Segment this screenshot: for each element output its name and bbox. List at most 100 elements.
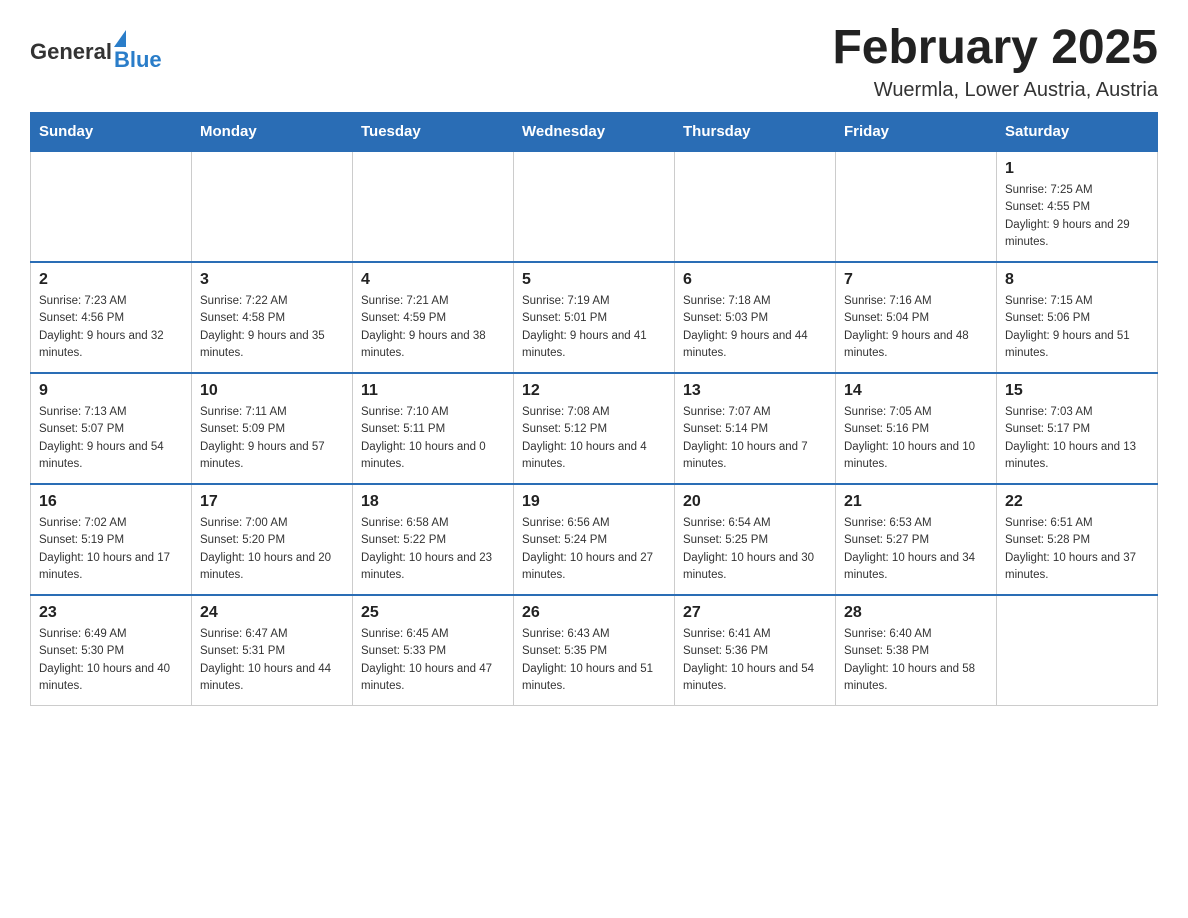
day-info: Sunrise: 6:56 AMSunset: 5:24 PMDaylight:… (522, 515, 666, 584)
logo: General Blue (30, 30, 162, 73)
calendar-cell: 18 Sunrise: 6:58 AMSunset: 5:22 PMDayligh… (353, 484, 514, 595)
calendar-cell: 28 Sunrise: 6:40 AMSunset: 5:38 PMDayligh… (836, 595, 997, 706)
day-number: 23 (39, 604, 183, 622)
day-number: 21 (844, 493, 988, 511)
calendar-header: SundayMondayTuesdayWednesdayThursdayFrid… (31, 113, 1158, 152)
calendar-week-row: 1 Sunrise: 7:25 AMSunset: 4:55 PMDaylight… (31, 151, 1158, 262)
day-number: 14 (844, 382, 988, 400)
day-info: Sunrise: 7:25 AMSunset: 4:55 PMDaylight:… (1005, 182, 1149, 251)
day-info: Sunrise: 7:19 AMSunset: 5:01 PMDaylight:… (522, 293, 666, 362)
day-number: 15 (1005, 382, 1149, 400)
calendar-cell: 24 Sunrise: 6:47 AMSunset: 5:31 PMDayligh… (192, 595, 353, 706)
weekday-header-tuesday: Tuesday (353, 113, 514, 152)
day-number: 3 (200, 271, 344, 289)
calendar-cell (353, 151, 514, 262)
calendar-cell: 19 Sunrise: 6:56 AMSunset: 5:24 PMDayligh… (514, 484, 675, 595)
day-number: 22 (1005, 493, 1149, 511)
calendar-cell: 11Sunrise: 7:10 AMSunset: 5:11 PMDayligh… (353, 373, 514, 484)
calendar-cell: 14 Sunrise: 7:05 AMSunset: 5:16 PMDayligh… (836, 373, 997, 484)
day-number: 5 (522, 271, 666, 289)
logo-text-general: General (30, 39, 112, 65)
weekday-header-monday: Monday (192, 113, 353, 152)
day-info: Sunrise: 6:47 AMSunset: 5:31 PMDaylight:… (200, 626, 344, 695)
day-info: Sunrise: 7:00 AMSunset: 5:20 PMDaylight:… (200, 515, 344, 584)
calendar-cell (31, 151, 192, 262)
page-title: February 2025 (832, 20, 1158, 75)
day-info: Sunrise: 7:02 AMSunset: 5:19 PMDaylight:… (39, 515, 183, 584)
weekday-header-friday: Friday (836, 113, 997, 152)
calendar-cell: 16 Sunrise: 7:02 AMSunset: 5:19 PMDayligh… (31, 484, 192, 595)
calendar-cell: 27Sunrise: 6:41 AMSunset: 5:36 PMDayligh… (675, 595, 836, 706)
day-number: 25 (361, 604, 505, 622)
day-number: 4 (361, 271, 505, 289)
day-info: Sunrise: 7:05 AMSunset: 5:16 PMDaylight:… (844, 404, 988, 473)
day-info: Sunrise: 6:40 AMSunset: 5:38 PMDaylight:… (844, 626, 988, 695)
calendar-cell: 22 Sunrise: 6:51 AMSunset: 5:28 PMDayligh… (997, 484, 1158, 595)
day-info: Sunrise: 7:18 AMSunset: 5:03 PMDaylight:… (683, 293, 827, 362)
calendar-cell: 25Sunrise: 6:45 AMSunset: 5:33 PMDayligh… (353, 595, 514, 706)
day-number: 6 (683, 271, 827, 289)
day-number: 10 (200, 382, 344, 400)
logo-text-blue: Blue (114, 47, 162, 73)
calendar-week-row: 9Sunrise: 7:13 AMSunset: 5:07 PMDaylight… (31, 373, 1158, 484)
calendar-cell (514, 151, 675, 262)
page-header: General Blue February 2025 Wuermla, Lowe… (30, 20, 1158, 102)
page-subtitle: Wuermla, Lower Austria, Austria (832, 79, 1158, 102)
day-number: 7 (844, 271, 988, 289)
day-info: Sunrise: 6:58 AMSunset: 5:22 PMDaylight:… (361, 515, 505, 584)
calendar-cell: 13 Sunrise: 7:07 AMSunset: 5:14 PMDayligh… (675, 373, 836, 484)
day-number: 27 (683, 604, 827, 622)
day-number: 9 (39, 382, 183, 400)
calendar-week-row: 23 Sunrise: 6:49 AMSunset: 5:30 PMDayligh… (31, 595, 1158, 706)
day-number: 19 (522, 493, 666, 511)
day-info: Sunrise: 7:16 AMSunset: 5:04 PMDaylight:… (844, 293, 988, 362)
day-number: 26 (522, 604, 666, 622)
calendar-cell: 3 Sunrise: 7:22 AMSunset: 4:58 PMDaylight… (192, 262, 353, 373)
day-number: 16 (39, 493, 183, 511)
logo-triangle-icon (114, 30, 126, 47)
day-info: Sunrise: 7:22 AMSunset: 4:58 PMDaylight:… (200, 293, 344, 362)
calendar-cell: 17 Sunrise: 7:00 AMSunset: 5:20 PMDayligh… (192, 484, 353, 595)
calendar-cell: 5 Sunrise: 7:19 AMSunset: 5:01 PMDaylight… (514, 262, 675, 373)
day-info: Sunrise: 7:21 AMSunset: 4:59 PMDaylight:… (361, 293, 505, 362)
day-info: Sunrise: 6:53 AMSunset: 5:27 PMDaylight:… (844, 515, 988, 584)
day-number: 18 (361, 493, 505, 511)
calendar-cell: 9Sunrise: 7:13 AMSunset: 5:07 PMDaylight… (31, 373, 192, 484)
day-number: 24 (200, 604, 344, 622)
calendar-cell: 4 Sunrise: 7:21 AMSunset: 4:59 PMDaylight… (353, 262, 514, 373)
calendar-body: 1 Sunrise: 7:25 AMSunset: 4:55 PMDaylight… (31, 151, 1158, 706)
calendar-table: SundayMondayTuesdayWednesdayThursdayFrid… (30, 112, 1158, 706)
calendar-cell (192, 151, 353, 262)
day-info: Sunrise: 6:49 AMSunset: 5:30 PMDaylight:… (39, 626, 183, 695)
calendar-cell: 6 Sunrise: 7:18 AMSunset: 5:03 PMDaylight… (675, 262, 836, 373)
day-info: Sunrise: 7:03 AMSunset: 5:17 PMDaylight:… (1005, 404, 1149, 473)
calendar-week-row: 16 Sunrise: 7:02 AMSunset: 5:19 PMDayligh… (31, 484, 1158, 595)
calendar-cell: 10Sunrise: 7:11 AMSunset: 5:09 PMDayligh… (192, 373, 353, 484)
day-number: 2 (39, 271, 183, 289)
day-number: 12 (522, 382, 666, 400)
calendar-cell: 7 Sunrise: 7:16 AMSunset: 5:04 PMDaylight… (836, 262, 997, 373)
day-info: Sunrise: 7:10 AMSunset: 5:11 PMDaylight:… (361, 404, 505, 473)
weekday-header-row: SundayMondayTuesdayWednesdayThursdayFrid… (31, 113, 1158, 152)
day-number: 1 (1005, 160, 1149, 178)
weekday-header-wednesday: Wednesday (514, 113, 675, 152)
calendar-week-row: 2 Sunrise: 7:23 AMSunset: 4:56 PMDaylight… (31, 262, 1158, 373)
day-info: Sunrise: 7:07 AMSunset: 5:14 PMDaylight:… (683, 404, 827, 473)
calendar-cell: 26Sunrise: 6:43 AMSunset: 5:35 PMDayligh… (514, 595, 675, 706)
weekday-header-thursday: Thursday (675, 113, 836, 152)
weekday-header-sunday: Sunday (31, 113, 192, 152)
day-info: Sunrise: 7:23 AMSunset: 4:56 PMDaylight:… (39, 293, 183, 362)
calendar-cell: 12Sunrise: 7:08 AMSunset: 5:12 PMDayligh… (514, 373, 675, 484)
calendar-cell (836, 151, 997, 262)
calendar-cell: 20Sunrise: 6:54 AMSunset: 5:25 PMDayligh… (675, 484, 836, 595)
day-number: 13 (683, 382, 827, 400)
day-info: Sunrise: 6:51 AMSunset: 5:28 PMDaylight:… (1005, 515, 1149, 584)
day-number: 8 (1005, 271, 1149, 289)
calendar-cell: 2 Sunrise: 7:23 AMSunset: 4:56 PMDaylight… (31, 262, 192, 373)
calendar-cell: 21 Sunrise: 6:53 AMSunset: 5:27 PMDayligh… (836, 484, 997, 595)
title-block: February 2025 Wuermla, Lower Austria, Au… (832, 20, 1158, 102)
day-number: 28 (844, 604, 988, 622)
calendar-cell: 23 Sunrise: 6:49 AMSunset: 5:30 PMDayligh… (31, 595, 192, 706)
day-number: 20 (683, 493, 827, 511)
day-number: 17 (200, 493, 344, 511)
